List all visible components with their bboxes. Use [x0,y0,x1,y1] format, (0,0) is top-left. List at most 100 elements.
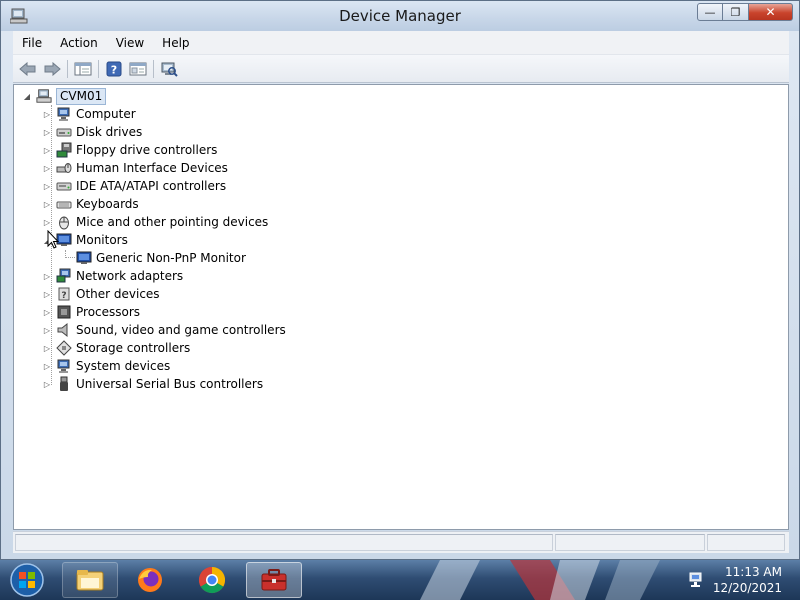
mouse-cursor-icon [47,230,59,249]
status-bar [13,531,789,553]
close-button[interactable]: ✕ [749,3,793,21]
hid-icon [56,163,72,173]
toolbar-separator [98,59,99,78]
tree-node-human-interface-devices[interactable]: ▷ Human Interface Devices [42,159,228,177]
expand-toggle-icon[interactable]: ▷ [42,127,52,137]
tree-node-other-devices[interactable]: ▷ ? Other devices [42,285,160,303]
category-label: Universal Serial Bus controllers [76,377,264,391]
help-icon: ? [106,61,122,76]
collapse-toggle-icon[interactable]: ◢ [22,91,32,101]
taskbar-device-manager[interactable] [246,562,302,598]
tree-node-keyboards[interactable]: ▷ Keyboards [42,195,139,213]
clock-time[interactable]: 11:13 AM [725,565,782,579]
menu-help[interactable]: Help [153,36,198,50]
menu-view[interactable]: View [107,36,153,50]
title-bar[interactable]: Device Manager — ❐ ✕ [1,1,799,31]
windows-explorer-icon [76,570,104,591]
maximize-button[interactable]: ❐ [723,3,749,21]
tree-node-mice[interactable]: ▷ Mice and other pointing devices [42,213,268,231]
mouse-icon [59,216,69,230]
tree-node-computer[interactable]: ▷ Computer [42,105,136,123]
expand-toggle-icon[interactable]: ▷ [42,289,52,299]
processor-icon [57,305,71,319]
disk-drive-icon [56,128,72,137]
back-button[interactable] [17,58,39,80]
tree-node-system-devices[interactable]: ▷ System devices [42,357,170,375]
category-label: System devices [76,359,171,373]
menu-action[interactable]: Action [51,36,107,50]
expand-toggle-icon[interactable]: ▷ [42,343,52,353]
category-label: Sound, video and game controllers [76,323,286,337]
storage-controller-icon [56,340,72,356]
toolbar-separator [153,59,154,78]
tree-node-floppy-drive-controllers[interactable]: ▷ Floppy drive controllers [42,141,217,159]
device-manager-icon [261,569,287,591]
clock-date[interactable]: 12/20/2021 [713,581,782,595]
category-label: Processors [76,305,141,319]
menu-file[interactable]: File [13,36,51,50]
network-tray-icon[interactable] [688,571,706,589]
tree-node-ide-ata-atapi-controllers[interactable]: ▷ IDE ATA/ATAPI controllers [42,177,226,195]
category-label: Mice and other pointing devices [76,215,269,229]
expand-toggle-icon[interactable]: ▷ [42,217,52,227]
show-hide-console-tree-icon [74,62,92,75]
device-manager-window: Device Manager — ❐ ✕ File Action View He… [0,0,800,560]
system-devices-icon [57,359,70,373]
tree-node-usb-controllers[interactable]: ▷ Universal Serial Bus controllers [42,375,263,393]
back-arrow-icon [19,61,36,76]
tree-node-processors[interactable]: ▷ Processors [42,303,140,321]
windows-start-icon [10,563,44,597]
forward-button[interactable] [41,58,63,80]
minimize-button[interactable]: — [697,3,723,21]
taskbar-chrome[interactable] [184,562,240,598]
start-button[interactable] [4,560,50,600]
help-button[interactable]: ? [103,58,125,80]
category-label: Monitors [76,233,128,247]
monitor-icon [76,251,92,264]
expand-toggle-icon[interactable]: ▷ [42,199,52,209]
svg-text:?: ? [61,291,66,301]
expand-toggle-icon[interactable]: ▷ [42,361,52,371]
ide-controller-icon [56,182,72,191]
expand-toggle-icon[interactable]: ▷ [42,325,52,335]
properties-button[interactable] [127,58,149,80]
expand-toggle-icon[interactable]: ▷ [42,307,52,317]
scan-hardware-button[interactable] [158,58,180,80]
floppy-controller-icon [56,142,72,158]
expand-toggle-icon[interactable]: ▷ [42,379,52,389]
keyboard-icon [56,201,72,209]
svg-text:?: ? [111,63,117,76]
forward-arrow-icon [44,61,61,76]
sound-icon [57,322,68,338]
taskbar-firefox[interactable] [122,562,178,598]
toolbar: ? [13,55,789,83]
tree-node-disk-drives[interactable]: ▷ Disk drives [42,123,142,141]
show-hide-console-tree-button[interactable] [72,58,94,80]
category-label: Human Interface Devices [76,161,228,175]
window-title: Device Manager [339,7,461,25]
tree-node-sound-video-game-controllers[interactable]: ▷ Sound, video and game controllers [42,321,286,339]
category-label: Keyboards [76,197,139,211]
status-panel-right [707,534,785,551]
taskbar: 11:13 AM 12/20/2021 [0,560,800,600]
network-adapter-icon [56,268,71,283]
root-node-label: CVM01 [56,87,107,105]
status-panel-main [15,534,553,551]
expand-toggle-icon[interactable]: ▷ [42,271,52,281]
tree-node-generic-non-pnp-monitor[interactable]: Generic Non-PnP Monitor [76,249,246,267]
expand-toggle-icon[interactable]: ▷ [42,181,52,191]
desktop-wallpaper-art [420,560,660,600]
computer-icon [57,107,70,121]
expand-toggle-icon[interactable]: ▷ [42,145,52,155]
taskbar-explorer[interactable] [62,562,118,598]
restore-icon: ❐ [730,5,741,19]
tree-node-storage-controllers[interactable]: ▷ Storage controllers [42,339,190,357]
minimize-icon: — [704,5,716,19]
properties-icon [129,62,147,75]
device-tree-pane[interactable]: ◢ CVM01 ▷ Computer ▷ Disk drives ▷ Flopp… [13,84,789,530]
category-label: Computer [76,107,136,121]
tree-node-network-adapters[interactable]: ▷ Network adapters [42,267,183,285]
expand-toggle-icon[interactable]: ▷ [42,163,52,173]
expand-toggle-icon[interactable]: ▷ [42,109,52,119]
tree-root-node[interactable]: ◢ CVM01 [22,87,107,105]
